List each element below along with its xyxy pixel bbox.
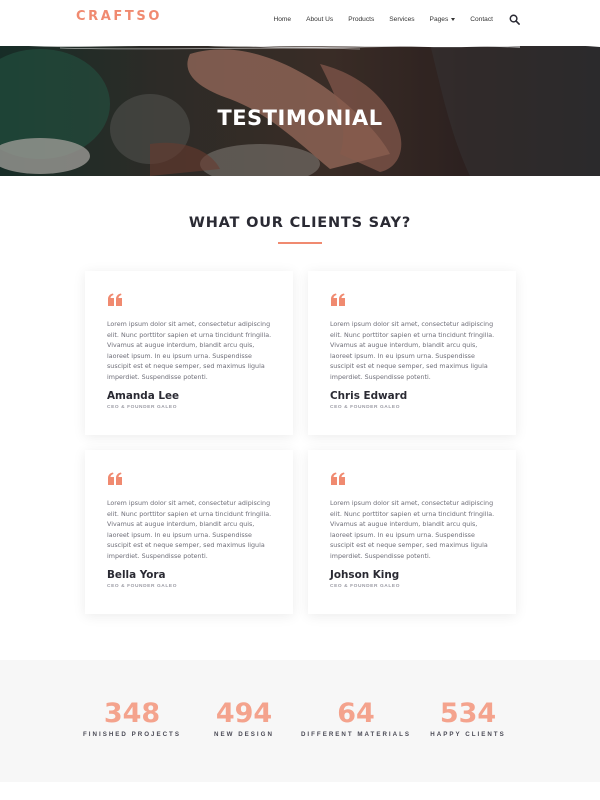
quote-icon xyxy=(331,472,345,485)
stat-finished-projects: 348 FINISHED PROJECTS xyxy=(82,698,182,738)
stats-band: 348 FINISHED PROJECTS 494 NEW DESIGN 64 … xyxy=(0,660,600,782)
testimonial-name: Chris Edward xyxy=(330,390,408,402)
testimonial-card: Lorem ipsum dolor sit amet, consectetur … xyxy=(85,450,293,614)
testimonial-role: CEO & FOUNDER GALEO xyxy=(330,405,401,410)
stat-value: 494 xyxy=(215,698,273,729)
nav-pages[interactable]: Pages xyxy=(422,16,463,23)
caret-down-icon xyxy=(451,18,456,21)
testimonial-text: Lorem ipsum dolor sit amet, consectetur … xyxy=(107,500,272,560)
stat-label: DIFFERENT MATERIALS xyxy=(300,731,412,738)
stat-new-design: 494 NEW DESIGN xyxy=(200,698,288,738)
testimonial-name: Bella Yora xyxy=(107,569,166,581)
hero-title: TESTIMONIAL xyxy=(217,106,383,130)
stat-happy-clients: 534 HAPPY CLIENTS xyxy=(426,698,510,738)
quote-icon xyxy=(108,293,122,306)
nav-home[interactable]: Home xyxy=(266,16,299,23)
brush-divider xyxy=(0,38,600,50)
stat-value: 348 xyxy=(103,698,161,729)
nav-pages-label: Pages xyxy=(429,16,449,23)
nav-products-label: Products xyxy=(348,16,375,23)
testimonial-text: Lorem ipsum dolor sit amet, consectetur … xyxy=(107,321,272,381)
nav-contact-label: Contact xyxy=(470,16,493,23)
nav-contact[interactable]: Contact xyxy=(463,16,501,23)
nav-about-us-label: About Us xyxy=(306,16,334,23)
testimonial-text: Lorem ipsum dolor sit amet, consectetur … xyxy=(330,321,495,381)
testimonial-role: CEO & FOUNDER GALEO xyxy=(107,405,178,410)
section-divider xyxy=(278,242,322,244)
nav-services[interactable]: Services xyxy=(382,16,422,23)
logo[interactable]: CRAFTSO xyxy=(76,9,162,24)
nav-home-label: Home xyxy=(273,16,292,23)
search-icon[interactable] xyxy=(509,14,520,25)
stat-value: 64 xyxy=(337,698,375,729)
nav-about-us[interactable]: About Us xyxy=(299,16,341,23)
testimonial-role: CEO & FOUNDER GALEO xyxy=(330,584,401,589)
quote-icon xyxy=(331,293,345,306)
testimonial-card: Lorem ipsum dolor sit amet, consectetur … xyxy=(308,271,516,435)
testimonial-text: Lorem ipsum dolor sit amet, consectetur … xyxy=(330,500,495,560)
stat-label: NEW DESIGN xyxy=(214,731,274,738)
main-nav: Home About Us Products Services Pages Co… xyxy=(266,16,500,23)
nav-services-label: Services xyxy=(389,16,415,23)
testimonial-name: Amanda Lee xyxy=(107,390,180,402)
testimonial-card: Lorem ipsum dolor sit amet, consectetur … xyxy=(85,271,293,435)
testimonial-role: CEO & FOUNDER GALEO xyxy=(107,584,178,589)
section-title: WHAT OUR CLIENTS SAY? xyxy=(188,215,412,231)
testimonial-name: Johson King xyxy=(330,569,400,581)
hero-banner: TESTIMONIAL xyxy=(0,44,600,176)
nav-products[interactable]: Products xyxy=(341,16,382,23)
stat-value: 534 xyxy=(439,698,497,729)
stat-label: HAPPY CLIENTS xyxy=(430,731,506,738)
quote-icon xyxy=(108,472,122,485)
stat-different-materials: 64 DIFFERENT MATERIALS xyxy=(300,698,412,738)
stat-label: FINISHED PROJECTS xyxy=(83,731,181,738)
testimonial-card: Lorem ipsum dolor sit amet, consectetur … xyxy=(308,450,516,614)
